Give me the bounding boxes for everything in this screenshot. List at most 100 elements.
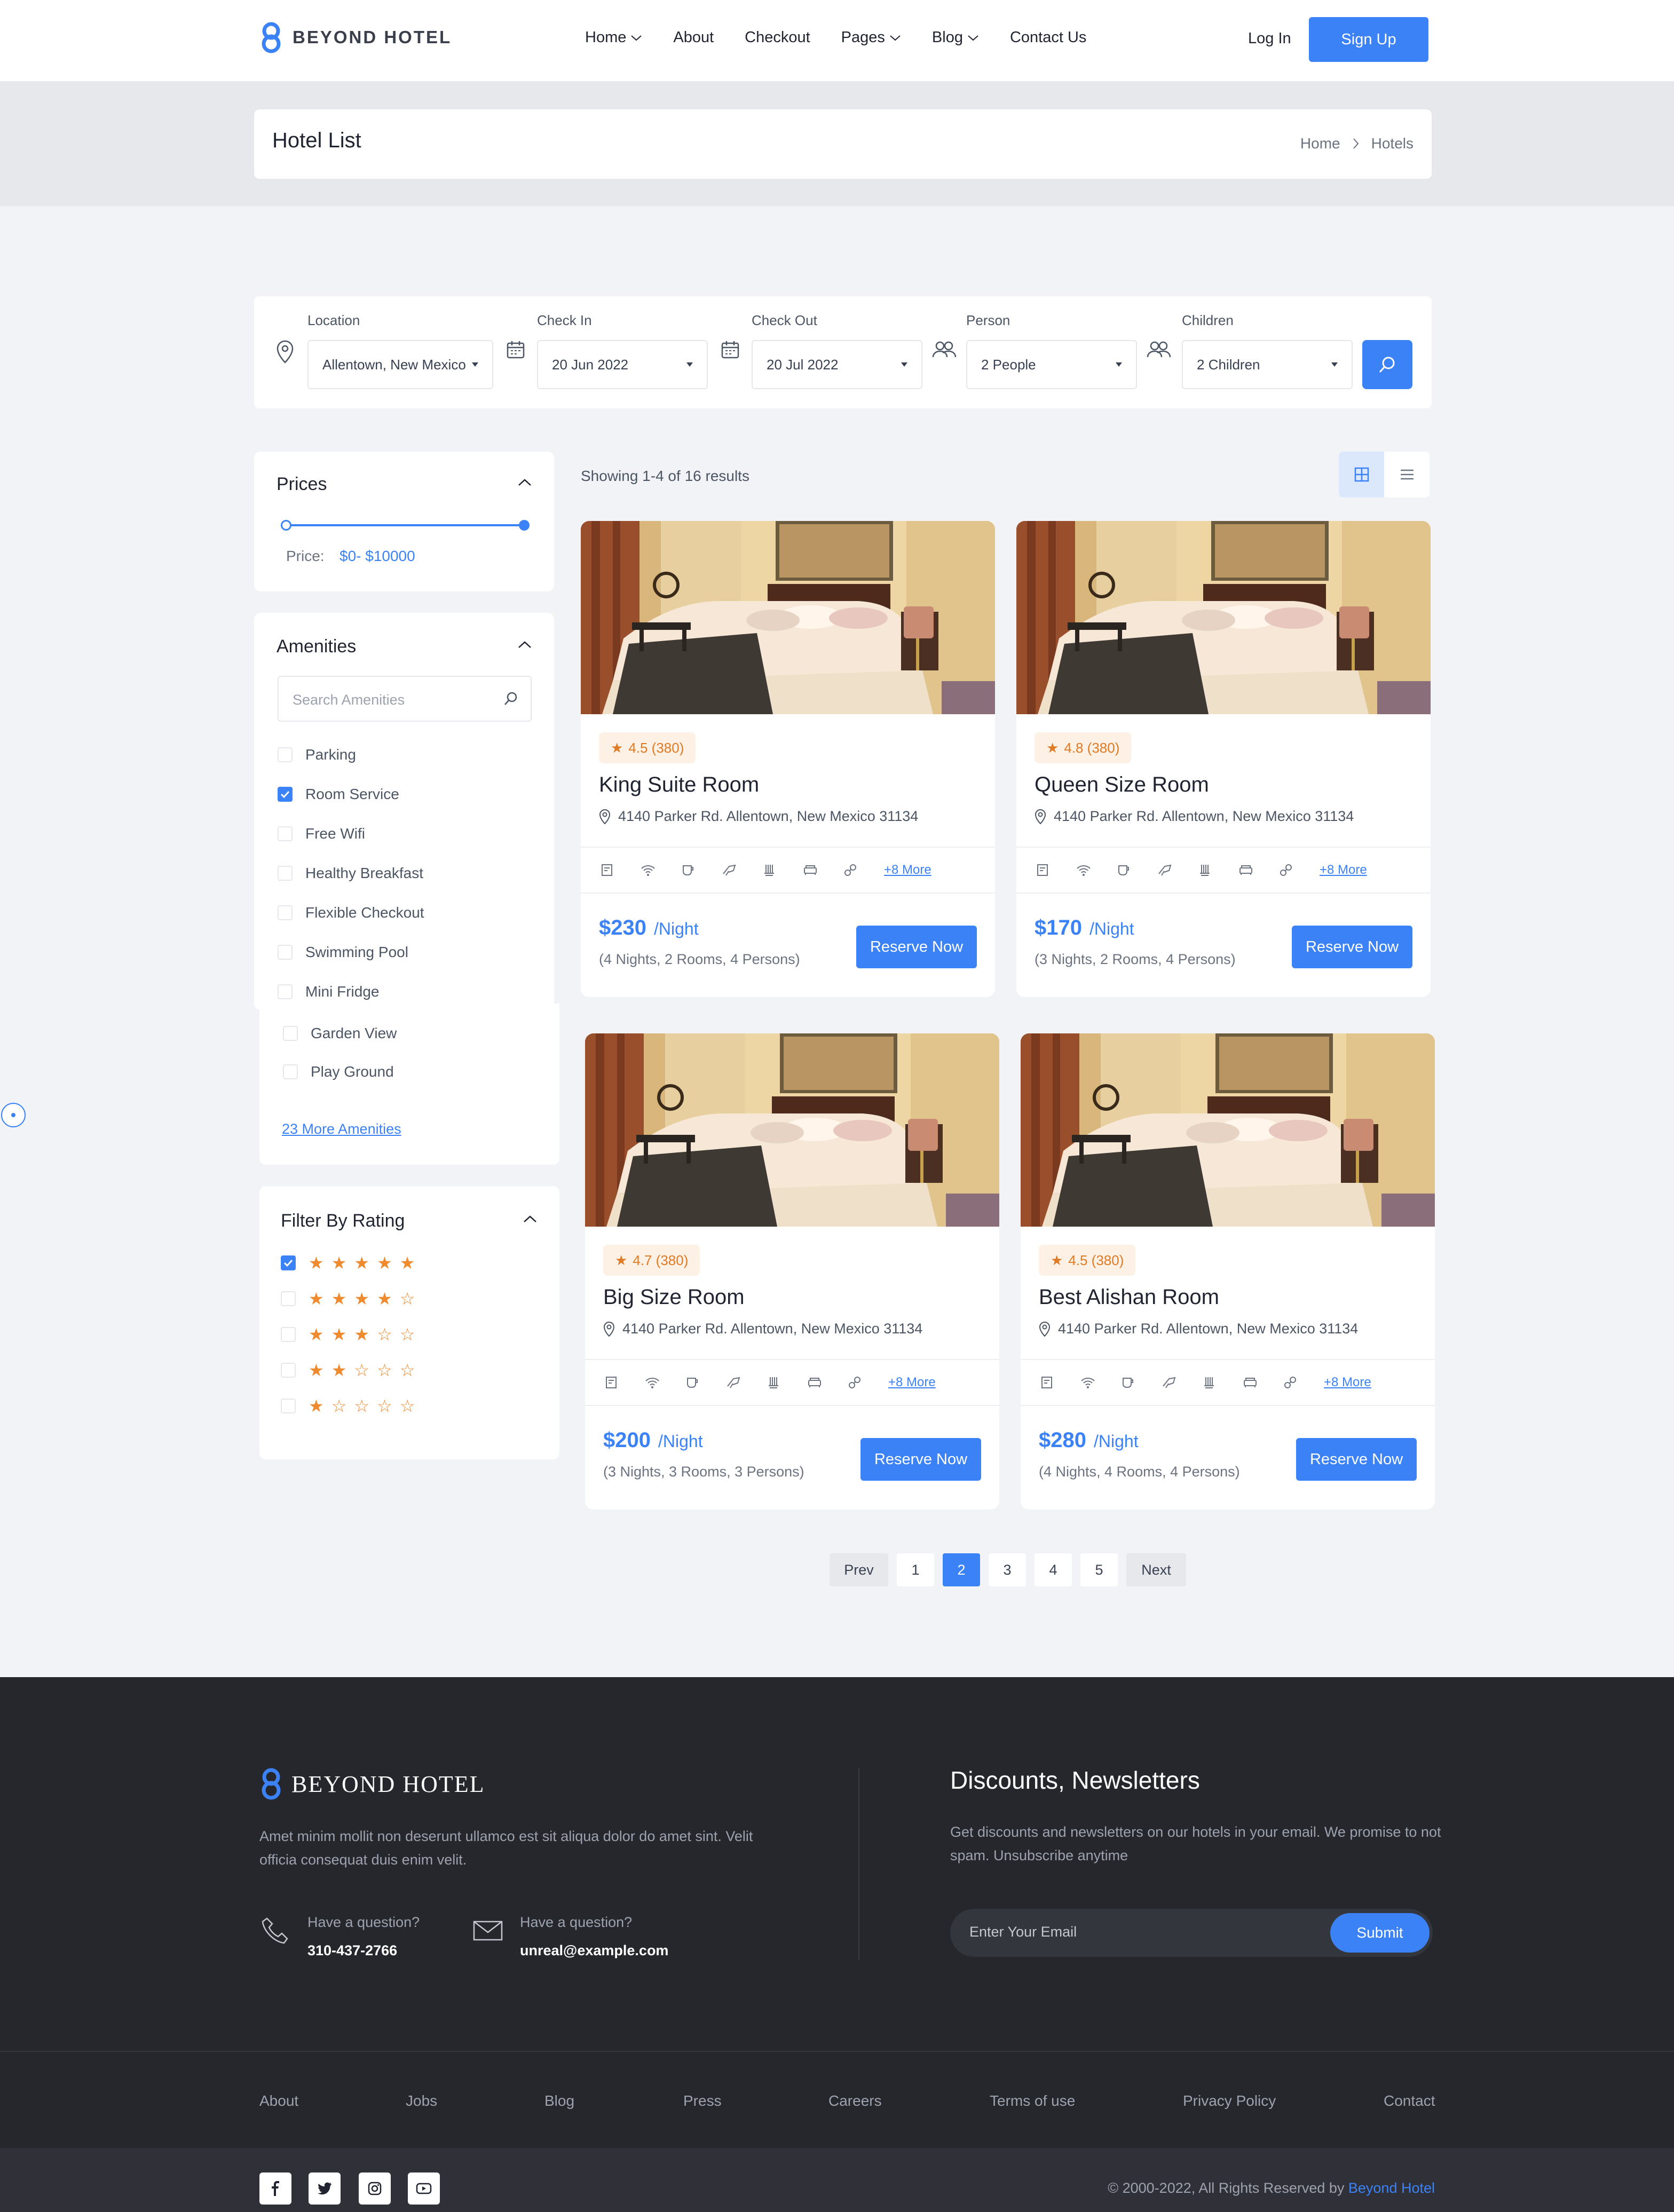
instagram-link[interactable] xyxy=(359,2172,391,2205)
chevron-up-icon[interactable] xyxy=(518,478,532,487)
checkbox[interactable] xyxy=(278,905,293,920)
person-select[interactable]: 2 People xyxy=(966,340,1137,389)
checkbox[interactable] xyxy=(281,1399,296,1413)
reserve-now-button[interactable]: Reserve Now xyxy=(856,926,977,968)
nav-checkout[interactable]: Checkout xyxy=(745,29,810,46)
checkout-select[interactable]: 20 Jul 2022 xyxy=(752,340,922,389)
hotel-image[interactable] xyxy=(1016,521,1431,714)
amenities-search-input[interactable]: Search Amenities xyxy=(278,676,532,722)
grid-view-button[interactable] xyxy=(1339,452,1384,497)
nav-label: Checkout xyxy=(745,29,810,46)
page-5-button[interactable]: 5 xyxy=(1080,1553,1118,1586)
phone-number[interactable]: 310-437-2766 xyxy=(307,1942,420,1959)
checkbox[interactable] xyxy=(283,1026,298,1041)
footer-logo[interactable]: BEYOND HOTEL xyxy=(259,1767,485,1801)
price-slider-max-handle[interactable] xyxy=(519,520,530,531)
floating-widget-button[interactable] xyxy=(1,1103,26,1127)
checkbox[interactable] xyxy=(283,1064,298,1079)
footer-link-blog[interactable]: Blog xyxy=(544,2092,574,2110)
page-1-button[interactable]: 1 xyxy=(897,1553,934,1586)
footer-link-contact[interactable]: Contact xyxy=(1384,2092,1435,2110)
list-view-button[interactable] xyxy=(1384,452,1430,497)
nav-pages[interactable]: Pages xyxy=(841,29,901,46)
hotel-image[interactable] xyxy=(581,521,995,714)
more-amenities-link[interactable]: 23 More Amenities xyxy=(282,1121,401,1137)
children-label: Children xyxy=(1182,312,1234,328)
hotel-image[interactable] xyxy=(585,1033,999,1227)
amenity-flexible-checkout[interactable]: Flexible Checkout xyxy=(278,904,424,921)
amenity-healthy-breakfast[interactable]: Healthy Breakfast xyxy=(278,865,423,882)
checkbox-checked[interactable] xyxy=(281,1255,296,1270)
more-amenities-link[interactable]: +8 More xyxy=(1324,1375,1371,1390)
reserve-now-button[interactable]: Reserve Now xyxy=(1292,926,1412,968)
hotel-image[interactable] xyxy=(1021,1033,1435,1227)
amenity-free-wifi[interactable]: Free Wifi xyxy=(278,825,365,842)
site-logo[interactable]: BEYOND HOTEL xyxy=(259,21,452,53)
amenity-parking[interactable]: Parking xyxy=(278,746,356,763)
amenity-swimming-pool[interactable]: Swimming Pool xyxy=(278,944,408,961)
page-2-button[interactable]: 2 xyxy=(943,1553,980,1586)
footer-link-press[interactable]: Press xyxy=(683,2092,722,2110)
more-amenities-link[interactable]: +8 More xyxy=(884,863,931,878)
signup-button[interactable]: Sign Up xyxy=(1309,17,1428,62)
youtube-link[interactable] xyxy=(408,2172,440,2205)
footer-link-privacy[interactable]: Privacy Policy xyxy=(1183,2092,1276,2110)
instagram-icon xyxy=(368,2182,382,2195)
price-slider-min-handle[interactable] xyxy=(281,520,291,531)
checkbox-checked[interactable] xyxy=(278,787,293,802)
footer-link-careers[interactable]: Careers xyxy=(828,2092,882,2110)
nav-home[interactable]: Home xyxy=(585,29,642,46)
price-slider-track[interactable] xyxy=(285,524,524,526)
hotel-name[interactable]: Best Alishan Room xyxy=(1039,1285,1219,1309)
checkbox[interactable] xyxy=(278,984,293,999)
twitter-link[interactable] xyxy=(309,2172,341,2205)
more-amenities-link[interactable]: +8 More xyxy=(888,1375,936,1390)
rating-option-3[interactable]: ★ ★ ★ ☆ ☆ xyxy=(281,1326,415,1343)
nav-about[interactable]: About xyxy=(673,29,714,46)
location-select[interactable]: Allentown, New Mexico xyxy=(307,340,493,389)
footer-link-about[interactable]: About xyxy=(259,2092,298,2110)
checkbox[interactable] xyxy=(278,866,293,881)
checkbox[interactable] xyxy=(281,1327,296,1342)
reserve-now-button[interactable]: Reserve Now xyxy=(860,1438,981,1481)
hotel-name[interactable]: Queen Size Room xyxy=(1035,773,1209,797)
rating-option-2[interactable]: ★ ★ ☆ ☆ ☆ xyxy=(281,1362,415,1379)
checkbox[interactable] xyxy=(278,747,293,762)
page-4-button[interactable]: 4 xyxy=(1035,1553,1072,1586)
nav-contact[interactable]: Contact Us xyxy=(1010,29,1086,46)
checkbox[interactable] xyxy=(278,826,293,841)
checkbox[interactable] xyxy=(281,1363,296,1378)
amenity-play-ground[interactable]: Play Ground xyxy=(283,1063,394,1080)
login-link[interactable]: Log In xyxy=(1248,30,1291,48)
breadcrumb-home[interactable]: Home xyxy=(1300,135,1340,152)
hotel-name[interactable]: King Suite Room xyxy=(599,773,759,797)
hotel-name[interactable]: Big Size Room xyxy=(603,1285,745,1309)
email-address[interactable]: unreal@example.com xyxy=(520,1942,668,1959)
copyright-brand-link[interactable]: Beyond Hotel xyxy=(1348,2180,1435,2196)
newsletter-email-input[interactable]: Enter Your Email xyxy=(969,1924,1077,1940)
rating-option-1[interactable]: ★ ☆ ☆ ☆ ☆ xyxy=(281,1397,415,1415)
amenity-mini-fridge[interactable]: Mini Fridge xyxy=(278,983,379,1000)
rating-option-5[interactable]: ★ ★ ★ ★ ★ xyxy=(281,1254,415,1271)
prev-page-button[interactable]: Prev xyxy=(830,1553,888,1586)
checkbox[interactable] xyxy=(278,945,293,960)
hairdryer-icon xyxy=(1158,864,1172,876)
amenity-garden-view[interactable]: Garden View xyxy=(283,1025,397,1042)
chevron-up-icon[interactable] xyxy=(518,641,532,649)
checkbox[interactable] xyxy=(281,1291,296,1306)
more-amenities-link[interactable]: +8 More xyxy=(1320,863,1367,878)
newsletter-submit-button[interactable]: Submit xyxy=(1330,1913,1430,1953)
chevron-up-icon[interactable] xyxy=(523,1215,537,1223)
amenity-room-service[interactable]: Room Service xyxy=(278,786,399,803)
page-3-button[interactable]: 3 xyxy=(989,1553,1026,1586)
reserve-now-button[interactable]: Reserve Now xyxy=(1296,1438,1417,1481)
facebook-link[interactable] xyxy=(259,2172,291,2205)
checkin-select[interactable]: 20 Jun 2022 xyxy=(537,340,708,389)
footer-link-jobs[interactable]: Jobs xyxy=(406,2092,437,2110)
next-page-button[interactable]: Next xyxy=(1126,1553,1186,1586)
nav-blog[interactable]: Blog xyxy=(932,29,979,46)
children-select[interactable]: 2 Children xyxy=(1182,340,1353,389)
rating-option-4[interactable]: ★ ★ ★ ★ ☆ xyxy=(281,1290,415,1307)
footer-link-terms[interactable]: Terms of use xyxy=(990,2092,1075,2110)
search-button[interactable] xyxy=(1362,340,1412,389)
